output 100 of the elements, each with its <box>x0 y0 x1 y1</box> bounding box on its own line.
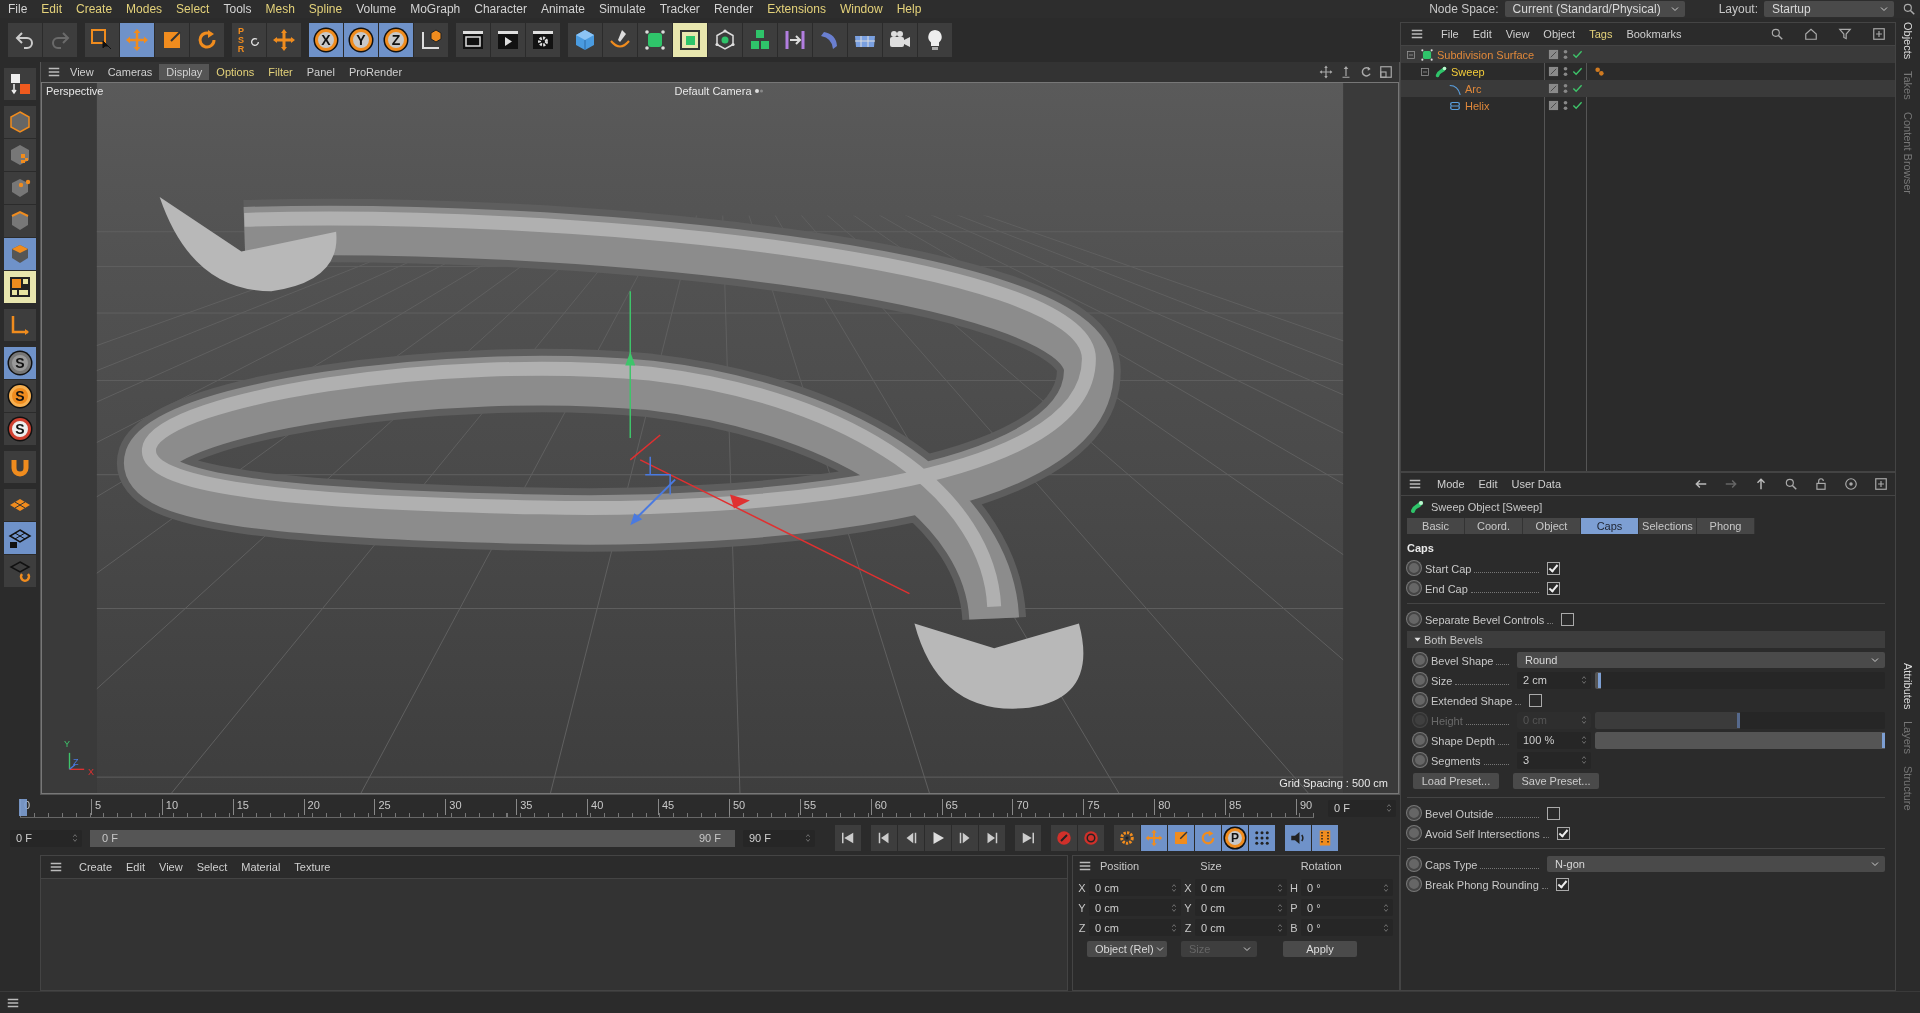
pan-button[interactable] <box>1317 63 1335 81</box>
side-tab[interactable]: Attributes <box>1902 662 1914 710</box>
coordinate-field[interactable]: 0 ° <box>1301 899 1393 916</box>
animation-dot-icon[interactable] <box>1413 733 1427 747</box>
menu-item[interactable]: Simulate <box>598 2 646 16</box>
menu-item[interactable]: Volume <box>356 2 397 16</box>
checkbox[interactable] <box>1547 561 1560 575</box>
menu-item[interactable]: Render <box>713 2 754 16</box>
object-name[interactable]: Subdivision Surface <box>1437 48 1535 61</box>
coordinate-field[interactable]: 0 cm <box>1195 899 1287 916</box>
menu-item[interactable]: Mode <box>1437 478 1465 490</box>
object-row[interactable]: Helix <box>1401 97 1895 114</box>
axis-mode-button[interactable] <box>4 309 36 341</box>
coordinate-mode-dropdown[interactable]: Object (Rel) <box>1087 941 1167 957</box>
checkbox[interactable] <box>1561 612 1575 626</box>
maximize-view-button[interactable] <box>1377 63 1395 81</box>
object-row[interactable]: Sweep <box>1401 63 1895 80</box>
texture-mode-button[interactable] <box>4 139 36 171</box>
menu-item[interactable]: Modes <box>126 2 163 16</box>
uv-mode-button[interactable] <box>4 271 36 303</box>
tab[interactable]: Basic <box>1407 518 1465 534</box>
animation-dot-icon[interactable] <box>1407 806 1421 820</box>
animation-dot-icon[interactable] <box>1407 581 1421 595</box>
animation-dot-icon[interactable] <box>1407 612 1421 626</box>
frame-ruler[interactable]: 0 5 10 15 20 25 30 35 40 45 50 55 60 65 70 75 80 85 90 <box>20 798 1314 818</box>
point-level-animation-button[interactable] <box>1249 825 1275 851</box>
axis-lock-button[interactable]: Y <box>344 23 378 57</box>
slider-thumb[interactable] <box>1597 672 1601 688</box>
undo-button[interactable] <box>8 23 42 57</box>
axis-lock-button[interactable]: X <box>309 23 343 57</box>
generator-button[interactable] <box>673 23 707 57</box>
workplane-button[interactable] <box>4 489 36 521</box>
object-row[interactable]: Subdivision Surface <box>1401 46 1895 63</box>
world-move-button[interactable] <box>267 23 301 57</box>
keyframe-selection-button[interactable] <box>1114 825 1140 851</box>
number-field[interactable]: 100 % <box>1517 731 1591 749</box>
tab[interactable]: Phong <box>1697 518 1755 534</box>
checkbox[interactable] <box>1556 826 1570 840</box>
menu-item[interactable]: Help <box>896 2 922 16</box>
tab[interactable]: Selections <box>1639 518 1697 534</box>
object-name[interactable]: Arc <box>1465 82 1482 95</box>
scale-tool-button[interactable] <box>155 23 189 57</box>
apply-button[interactable]: Apply <box>1283 941 1357 957</box>
menu-item[interactable]: File <box>8 2 28 16</box>
start-frame-field[interactable]: 0 F <box>10 829 82 847</box>
locked-workplane-button[interactable] <box>4 522 36 554</box>
lock-button[interactable] <box>1813 475 1829 493</box>
previous-frame-button[interactable] <box>898 825 924 851</box>
menu-item[interactable]: Select <box>196 861 228 873</box>
play-button[interactable] <box>925 825 951 851</box>
object-row[interactable]: Arc <box>1401 80 1895 97</box>
current-frame-field[interactable]: 0 F <box>1328 799 1396 817</box>
target-button[interactable] <box>1843 475 1859 493</box>
coordinate-field[interactable]: 0 ° <box>1301 919 1393 936</box>
animation-dot-icon[interactable] <box>1407 877 1421 891</box>
go-to-end-button[interactable] <box>1015 825 1041 851</box>
timeline-window-button[interactable] <box>1312 825 1338 851</box>
menu-item[interactable]: Create <box>76 2 113 16</box>
menu-item[interactable]: Create <box>79 861 113 873</box>
preset-button[interactable]: Load Preset... <box>1413 773 1499 789</box>
menu-item[interactable]: Window <box>839 2 883 16</box>
autokey-button[interactable] <box>1078 825 1104 851</box>
preview-range-bar[interactable]: 0 F 90 F <box>90 829 735 847</box>
tab[interactable]: Coord. <box>1465 518 1523 534</box>
record-button[interactable] <box>1051 825 1077 851</box>
render-settings-button[interactable] <box>526 23 560 57</box>
menu-item[interactable]: Spline <box>308 2 343 16</box>
slider-track[interactable] <box>1595 731 1885 749</box>
menu-item[interactable]: Edit <box>1478 478 1498 490</box>
dropdown[interactable]: N-gon <box>1547 856 1885 872</box>
render-picture-button[interactable] <box>491 23 525 57</box>
floor-object-button[interactable] <box>848 23 882 57</box>
new-panel-button[interactable] <box>1873 475 1889 493</box>
go-to-start-button[interactable] <box>835 825 861 851</box>
menu-item[interactable]: Edit <box>1472 28 1492 40</box>
coordinate-system-button[interactable] <box>414 23 448 57</box>
light-object-button[interactable] <box>918 23 952 57</box>
make-editable-button[interactable] <box>4 68 36 100</box>
reset-psr-button[interactable]: PSR <box>232 23 266 57</box>
menu-item[interactable]: Object <box>1543 28 1576 40</box>
slider-track[interactable] <box>1595 671 1885 689</box>
camera-name[interactable]: Default Camera <box>674 85 752 97</box>
checkbox[interactable] <box>1555 877 1569 891</box>
menu-item[interactable]: Character <box>474 2 527 16</box>
camera-object-button[interactable] <box>883 23 917 57</box>
menu-item[interactable]: Mesh <box>265 2 295 16</box>
animation-dot-icon[interactable] <box>1413 693 1427 707</box>
subdivision-surface-button[interactable] <box>638 23 672 57</box>
view-menu-item[interactable]: ProRender <box>341 64 410 80</box>
snap-button[interactable]: S <box>4 413 36 445</box>
view-menu-item[interactable]: Display <box>159 64 210 80</box>
cube-object-button[interactable] <box>568 23 602 57</box>
menu-item[interactable]: Edit <box>126 861 145 873</box>
points-mode-button[interactable] <box>4 172 36 204</box>
selection-tool-button[interactable] <box>85 23 119 57</box>
menu-item[interactable]: MoGraph <box>410 2 461 16</box>
workplane-rotate-button[interactable] <box>4 555 36 587</box>
previous-key-button[interactable] <box>871 825 897 851</box>
next-key-button[interactable] <box>979 825 1005 851</box>
model-mode-button[interactable] <box>4 106 36 138</box>
